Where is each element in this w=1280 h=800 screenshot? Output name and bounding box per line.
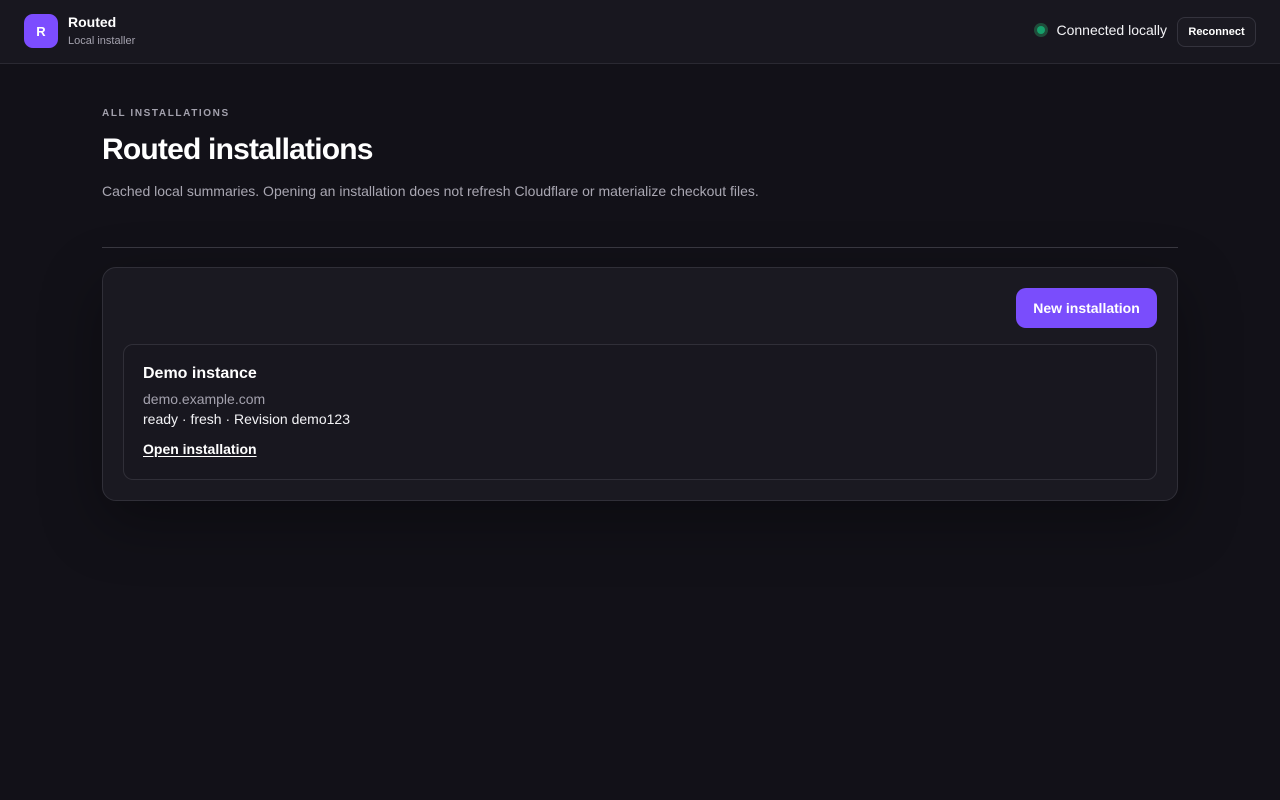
top-bar: R Routed Local installer Connected local… bbox=[0, 0, 1280, 64]
app-subtitle: Local installer bbox=[68, 35, 136, 47]
app-name: Routed bbox=[68, 14, 117, 30]
status-text: Connected locally bbox=[1056, 22, 1167, 38]
installation-name: Demo instance bbox=[143, 365, 257, 382]
section-eyebrow: ALL INSTALLATIONS bbox=[102, 108, 230, 119]
logo-letter: R bbox=[36, 23, 46, 39]
connection-status: Connected locally bbox=[1034, 22, 1167, 38]
installations-panel: New installation Demo instance demo.exam… bbox=[102, 267, 1178, 501]
divider bbox=[102, 247, 1178, 248]
reconnect-button[interactable]: Reconnect bbox=[1177, 17, 1256, 47]
status-dot-icon bbox=[1034, 23, 1049, 37]
installation-meta: ready · fresh · Revision demo123 bbox=[143, 411, 350, 427]
open-installation-link[interactable]: Open installation bbox=[143, 441, 257, 457]
new-installation-button[interactable]: New installation bbox=[1016, 288, 1157, 328]
page-title: Routed installations bbox=[102, 133, 373, 166]
installation-card: Demo instance demo.example.com ready · f… bbox=[123, 344, 1157, 480]
page-description: Cached local summaries. Opening an insta… bbox=[102, 183, 759, 199]
installation-domain: demo.example.com bbox=[143, 391, 266, 407]
app-logo: R bbox=[24, 14, 58, 48]
